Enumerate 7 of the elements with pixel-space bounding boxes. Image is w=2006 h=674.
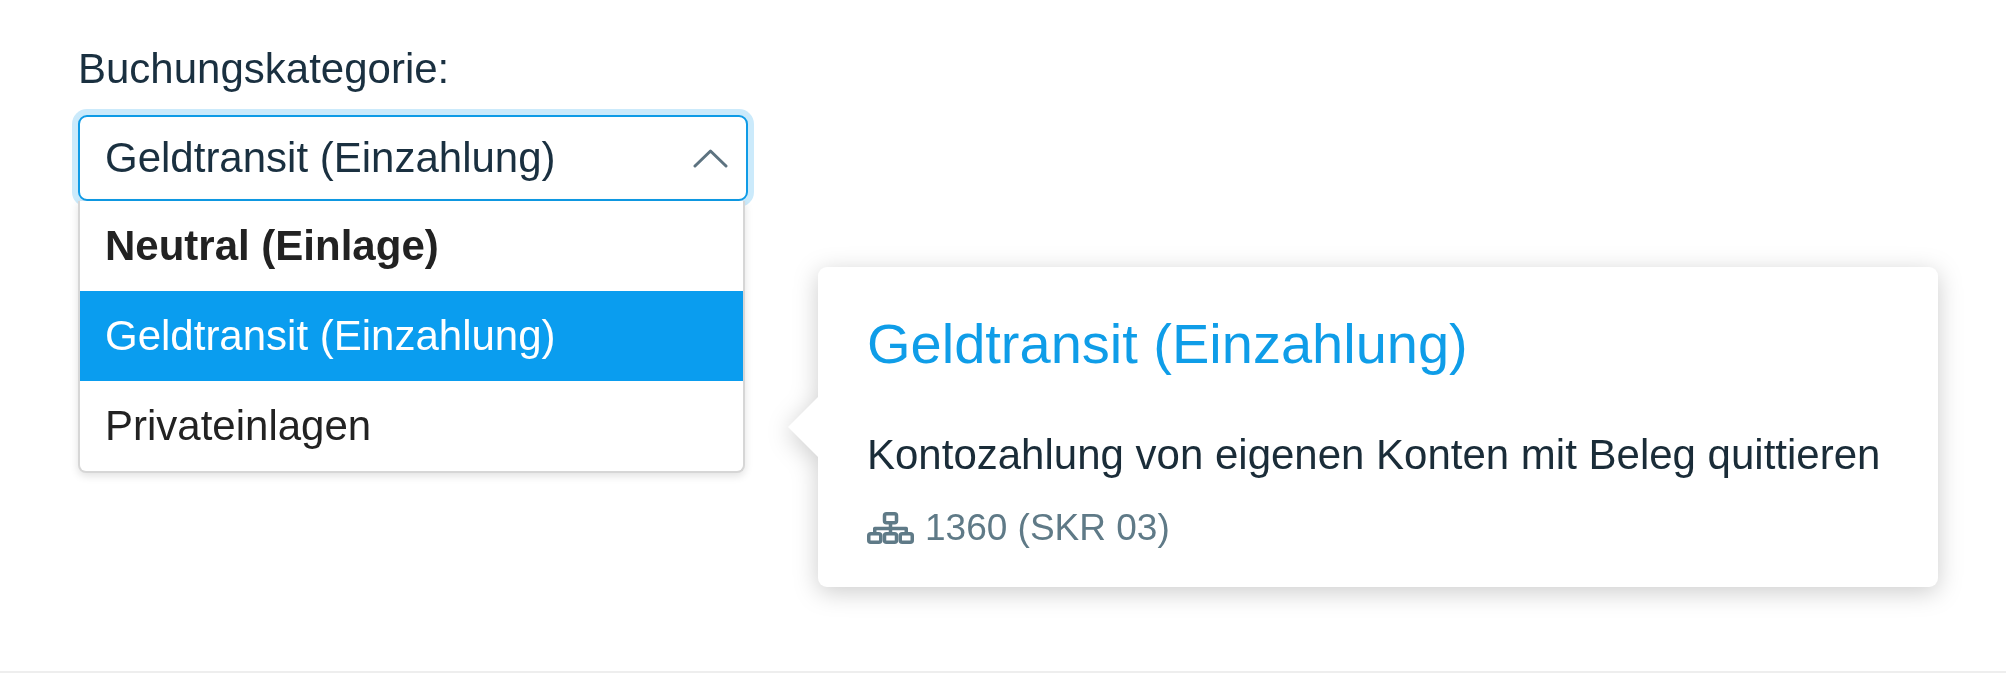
hierarchy-icon <box>867 512 914 544</box>
account-number: 1360 (SKR 03) <box>925 506 1170 550</box>
option-group-label: Neutral (Einlage) <box>104 221 440 271</box>
field-label: Buchungskategorie: <box>78 44 450 94</box>
dropdown-option[interactable]: Privateinlagen <box>80 381 743 471</box>
tooltip-description: Kontozahlung von eigenen Konten mit Beleg quittieren <box>867 430 1881 480</box>
tooltip-title: Geldtransit (Einzahlung) <box>867 311 1468 377</box>
